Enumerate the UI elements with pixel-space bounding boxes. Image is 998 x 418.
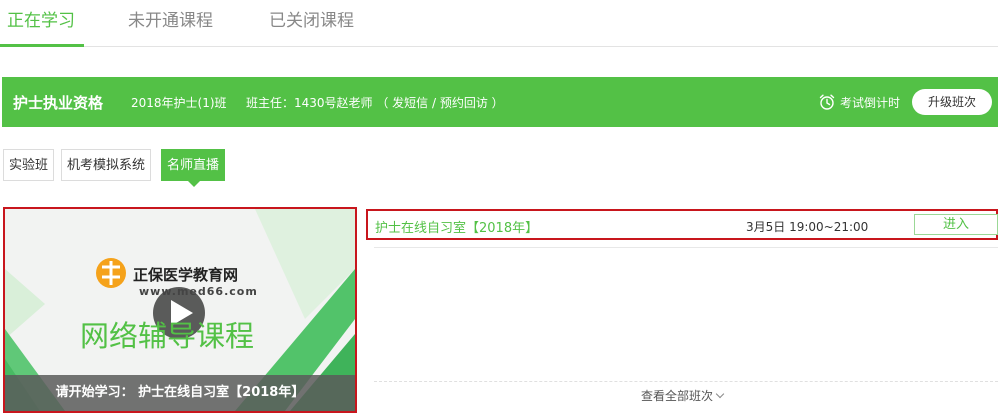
sub-tab-live-lectures[interactable]: 名师直播 — [161, 149, 226, 181]
course-category-title: 护士执业资格 — [13, 94, 104, 112]
sub-tab-experimental-class[interactable]: 实验班 — [3, 149, 55, 181]
play-icon[interactable] — [153, 287, 205, 339]
view-all-label: 查看全部班次 — [641, 389, 714, 403]
course-time: 3月5日 19:00~21:00 — [746, 220, 869, 234]
active-tab-underline — [0, 44, 84, 47]
class-teacher-info[interactable]: 班主任：1430号赵老师 （ 发短信 / 预约回访 ） — [246, 94, 504, 111]
tab-studying[interactable]: 正在学习 — [7, 6, 75, 31]
class-header-bar: 护士执业资格 2018年护士(1)班 班主任：1430号赵老师 （ 发短信 / … — [2, 77, 998, 127]
tab-closed[interactable]: 已关闭课程 — [269, 6, 354, 31]
active-subtab-pointer — [187, 180, 201, 187]
video-caption: 请开始学习： 护士在线自习室【2018年】 — [5, 375, 355, 411]
course-title-link[interactable]: 护士在线自习室【2018年】 — [375, 217, 538, 236]
list-divider-dashed — [374, 381, 998, 382]
class-name: 2018年护士(1)班 — [131, 96, 227, 110]
countdown-label: 考试倒计时 — [840, 96, 901, 110]
tab-not-activated[interactable]: 未开通课程 — [128, 6, 213, 31]
video-player[interactable]: 正保医学教育网 www.med66.com 网络辅导课程 请开始学习： 护士在线… — [3, 207, 357, 413]
alarm-clock-icon — [819, 94, 835, 110]
list-divider — [374, 247, 998, 248]
enter-button[interactable]: 进入 — [914, 214, 998, 235]
sub-tab-exam-simulation[interactable]: 机考模拟系统 — [61, 149, 152, 181]
chevron-down-icon — [715, 389, 725, 399]
view-all-classes-link[interactable]: 查看全部班次 — [641, 387, 725, 404]
brand-name: 正保医学教育网 — [133, 266, 239, 284]
upgrade-class-button[interactable]: 升级班次 — [912, 89, 992, 115]
course-row: 护士在线自习室【2018年】 3月5日 19:00~21:00 进入 — [366, 209, 998, 240]
top-tab-bar: 正在学习 未开通课程 已关闭课程 — [0, 0, 998, 47]
